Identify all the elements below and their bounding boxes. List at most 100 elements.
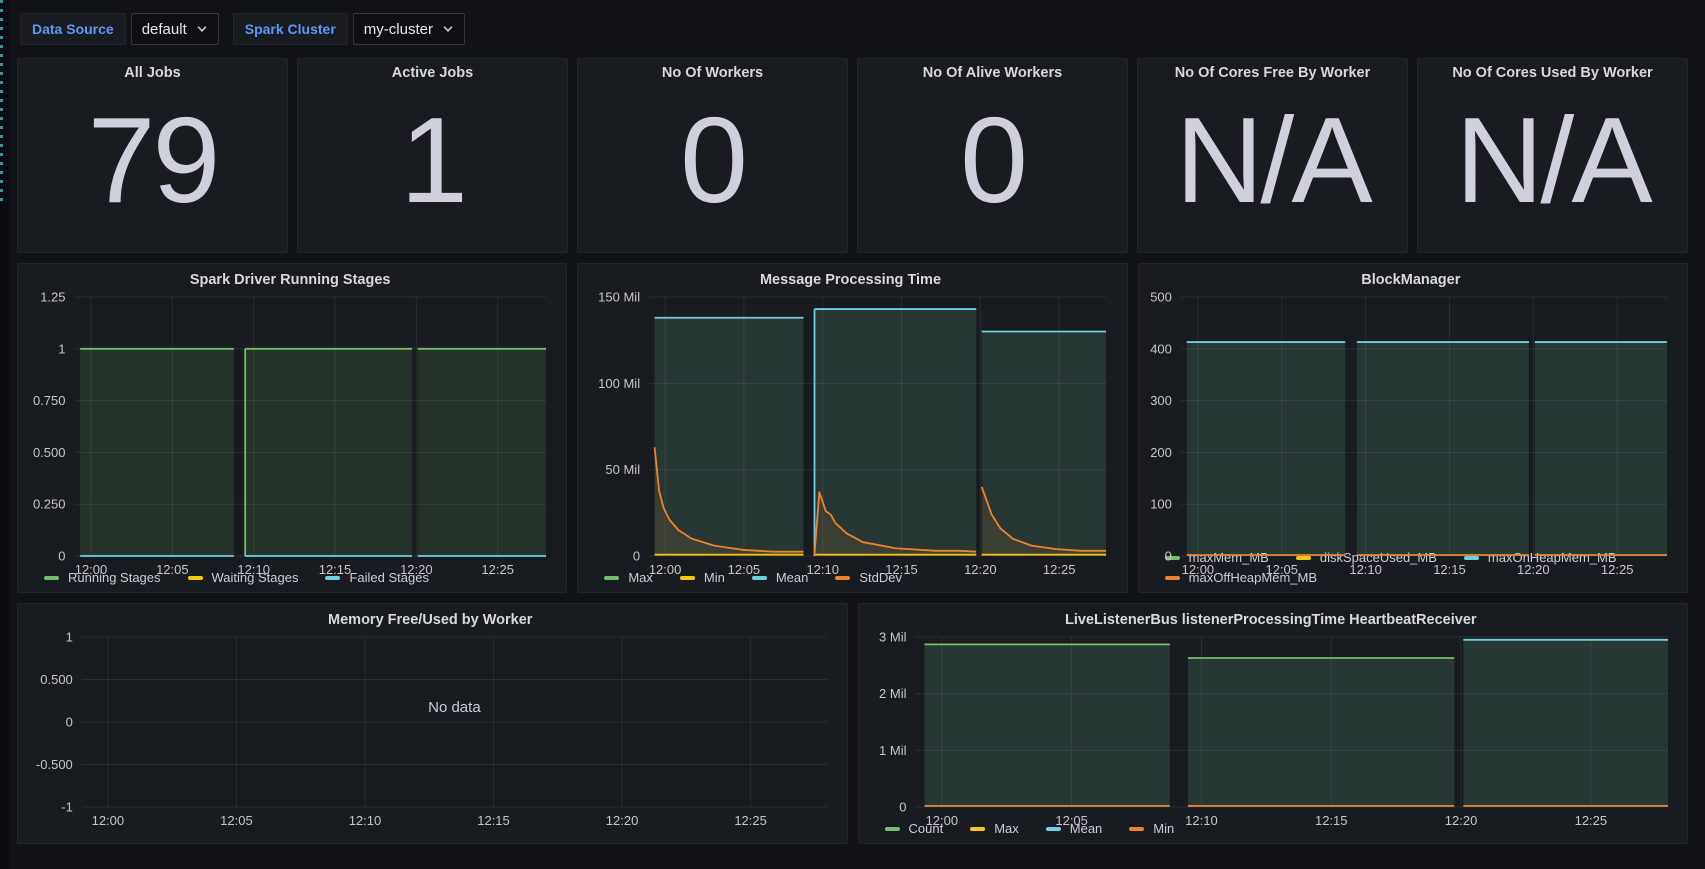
svg-text:12:15: 12:15 <box>477 813 510 828</box>
svg-text:12:00: 12:00 <box>649 562 682 577</box>
svg-text:2 Mil: 2 Mil <box>879 686 907 701</box>
chart-canvas: 01 Mil2 Mil3 Mil12:0012:0512:1012:1512:2… <box>865 630 1678 818</box>
chart-canvas: 00.2500.5000.75011.2512:0012:0512:1012:1… <box>24 290 556 567</box>
datasource-value: default <box>142 21 187 38</box>
svg-text:12:10: 12:10 <box>237 562 270 577</box>
svg-text:0: 0 <box>899 800 906 815</box>
stat-value: 79 <box>18 83 287 252</box>
chart-panel-blockmanager: BlockManager 010020030040050012:0012:051… <box>1138 263 1688 593</box>
svg-text:12:25: 12:25 <box>1043 562 1076 577</box>
svg-text:0.750: 0.750 <box>33 393 66 408</box>
panel-title[interactable]: Message Processing Time <box>584 266 1116 290</box>
chart-panel-spark-driver-running-stages: Spark Driver Running Stages 0 0.250 0.500 0… <box>17 263 567 593</box>
svg-text:12:20: 12:20 <box>964 562 997 577</box>
chart-panel-message-processing-time: Message Processing Time 0 50 Mil 100 Mil 15… <box>577 263 1127 593</box>
svg-text:12:25: 12:25 <box>1601 562 1634 577</box>
svg-text:500: 500 <box>1150 290 1172 305</box>
svg-text:1: 1 <box>58 341 65 356</box>
stat-panel-cores-free: No Of Cores Free By Worker N/A <box>1137 58 1408 253</box>
stat-value: N/A <box>1418 83 1687 252</box>
svg-text:300: 300 <box>1150 393 1172 408</box>
svg-text:12:00: 12:00 <box>925 813 958 828</box>
svg-text:3 Mil: 3 Mil <box>879 630 907 645</box>
svg-text:12:05: 12:05 <box>1265 562 1298 577</box>
chart-canvas: 010020030040050012:0012:0512:1012:1512:2… <box>1145 290 1677 547</box>
panel-title[interactable]: No Of Workers <box>578 59 847 83</box>
svg-text:400: 400 <box>1150 341 1172 356</box>
svg-text:1: 1 <box>66 630 73 645</box>
svg-text:50 Mil: 50 Mil <box>606 462 641 477</box>
charts-row-middle: Spark Driver Running Stages 0 0.250 0.500 0… <box>17 263 1688 593</box>
chart-legend <box>24 833 837 839</box>
chart-canvas: -1 -0.500 0 0.500 1 12:00 12:05 12:10 12:15 12:20… <box>24 630 837 833</box>
chart-panel-livelistenerbus: LiveListenerBus listenerProcessingTime H… <box>858 603 1689 844</box>
chevron-down-icon <box>196 23 208 35</box>
svg-text:0: 0 <box>633 549 640 564</box>
svg-text:12:10: 12:10 <box>1349 562 1382 577</box>
svg-text:0: 0 <box>58 549 65 564</box>
charts-row-bottom: Memory Free/Used by Worker -1 -0.500 0 0.50… <box>17 603 1688 844</box>
svg-text:12:05: 12:05 <box>1055 813 1088 828</box>
svg-text:0.500: 0.500 <box>40 672 73 687</box>
cluster-variable: Spark Cluster my-cluster <box>233 13 465 45</box>
svg-text:12:00: 12:00 <box>1181 562 1214 577</box>
window-left-edge <box>0 0 9 869</box>
panel-title[interactable]: BlockManager <box>1145 266 1677 290</box>
cluster-value: my-cluster <box>364 21 433 38</box>
stat-value: 1 <box>298 83 567 252</box>
panel-title[interactable]: No Of Cores Free By Worker <box>1138 59 1407 83</box>
stat-panel-active-jobs: Active Jobs 1 <box>297 58 568 253</box>
dashboard-toolbar: Data Source default Spark Cluster my-clu… <box>0 0 1705 58</box>
stat-panel-no-of-alive-workers: No Of Alive Workers 0 <box>857 58 1128 253</box>
panel-title[interactable]: Active Jobs <box>298 59 567 83</box>
panel-title[interactable]: No Of Alive Workers <box>858 59 1127 83</box>
stat-value: 0 <box>858 83 1127 252</box>
svg-text:12:05: 12:05 <box>156 562 189 577</box>
panel-title[interactable]: No Of Cores Used By Worker <box>1418 59 1687 83</box>
chart-panel-memory-free-used: Memory Free/Used by Worker -1 -0.500 0 0.50… <box>17 603 848 844</box>
svg-text:12:15: 12:15 <box>1433 562 1466 577</box>
svg-text:12:20: 12:20 <box>1517 562 1550 577</box>
svg-text:-1: -1 <box>61 800 73 815</box>
svg-text:12:25: 12:25 <box>1574 813 1607 828</box>
svg-text:12:05: 12:05 <box>220 813 253 828</box>
cluster-label: Spark Cluster <box>233 13 348 45</box>
stats-row: All Jobs 79 Active Jobs 1 No Of Workers … <box>17 58 1688 253</box>
svg-text:No data: No data <box>428 699 481 716</box>
cluster-select[interactable]: my-cluster <box>353 13 465 45</box>
stat-panel-no-of-workers: No Of Workers 0 <box>577 58 848 253</box>
svg-text:1.25: 1.25 <box>40 290 65 305</box>
svg-text:1 Mil: 1 Mil <box>879 743 907 758</box>
svg-text:100 Mil: 100 Mil <box>599 376 641 391</box>
chart-canvas: 050 Mil100 Mil150 Mil12:0012:0512:1012:1… <box>584 290 1116 567</box>
stat-panel-all-jobs: All Jobs 79 <box>17 58 288 253</box>
svg-text:12:20: 12:20 <box>606 813 639 828</box>
panel-title[interactable]: Spark Driver Running Stages <box>24 266 556 290</box>
panel-title[interactable]: All Jobs <box>18 59 287 83</box>
svg-text:12:15: 12:15 <box>319 562 352 577</box>
svg-text:12:20: 12:20 <box>1444 813 1477 828</box>
panel-title[interactable]: LiveListenerBus listenerProcessingTime H… <box>865 606 1678 630</box>
svg-text:12:05: 12:05 <box>728 562 761 577</box>
svg-text:0.500: 0.500 <box>33 445 66 460</box>
panel-title[interactable]: Memory Free/Used by Worker <box>24 606 837 630</box>
svg-text:12:00: 12:00 <box>92 813 125 828</box>
svg-text:12:15: 12:15 <box>1314 813 1347 828</box>
svg-text:-0.500: -0.500 <box>36 757 73 772</box>
svg-text:12:10: 12:10 <box>349 813 382 828</box>
svg-text:12:15: 12:15 <box>886 562 919 577</box>
stat-panel-cores-used: No Of Cores Used By Worker N/A <box>1417 58 1688 253</box>
svg-text:0.250: 0.250 <box>33 497 66 512</box>
datasource-select[interactable]: default <box>131 13 219 45</box>
stat-value: N/A <box>1138 83 1407 252</box>
svg-text:12:20: 12:20 <box>400 562 433 577</box>
svg-text:12:10: 12:10 <box>807 562 840 577</box>
datasource-label: Data Source <box>20 13 126 45</box>
svg-text:12:25: 12:25 <box>481 562 514 577</box>
svg-text:0: 0 <box>66 715 73 730</box>
svg-text:12:10: 12:10 <box>1185 813 1218 828</box>
svg-text:12:00: 12:00 <box>75 562 108 577</box>
chevron-down-icon <box>442 23 454 35</box>
svg-text:150 Mil: 150 Mil <box>599 290 641 305</box>
svg-text:12:25: 12:25 <box>734 813 767 828</box>
